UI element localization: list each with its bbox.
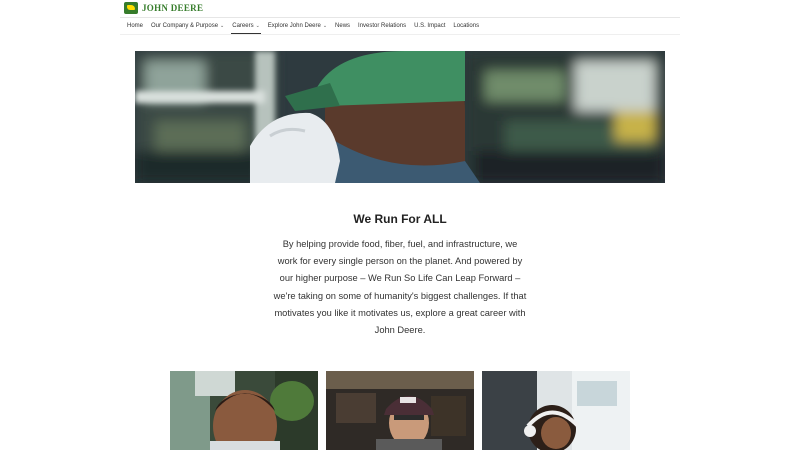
nav-label: Locations [453, 23, 480, 29]
nav-item-news[interactable]: News [331, 18, 354, 34]
career-card-3[interactable] [482, 371, 630, 450]
employee-photo [482, 371, 630, 450]
intro-line: we're taking on some of humanity's bigge… [273, 290, 527, 301]
career-card-2[interactable] [326, 371, 474, 450]
intro-line: work for every single person on the plan… [277, 256, 523, 267]
nav-divider [120, 34, 680, 35]
nav-item-home[interactable]: Home [123, 18, 147, 34]
career-card-1[interactable] [170, 371, 318, 450]
employee-photo [326, 371, 474, 450]
nav-item-locations[interactable]: Locations [449, 18, 483, 34]
brand-name: JOHN DEERE [142, 3, 204, 13]
nav-label: Home [127, 23, 144, 29]
nav-label: Our Company & Purpose [151, 23, 219, 29]
top-bar: JOHN DEERE [0, 0, 800, 18]
leaping-deer-icon [124, 2, 138, 14]
chevron-down-icon: ⌄ [220, 23, 225, 29]
intro-line: motivates you like it motivates us, expl… [274, 307, 526, 318]
intro-line: John Deere. [374, 325, 426, 336]
intro-heading: We Run For ALL [353, 212, 447, 226]
chevron-down-icon: ⌄ [322, 23, 328, 29]
chevron-down-icon: ⌄ [255, 23, 260, 29]
intro-body: By helping provide food, fiber, fuel, an… [262, 236, 538, 339]
hero-image [135, 51, 665, 183]
nav-label: Investor Relations [358, 23, 407, 29]
nav-item-careers[interactable]: Careers ⌄ [228, 18, 264, 34]
nav-label: News [335, 23, 351, 29]
intro-line: By helping provide food, fiber, fuel, an… [282, 239, 518, 249]
employee-photo [170, 371, 318, 450]
nav-item-us-impact[interactable]: U.S. Impact [410, 18, 449, 34]
nav-item-explore-john-deere[interactable]: Explore John Deere ⌄ [264, 18, 331, 34]
nav-item-investor-relations[interactable]: Investor Relations [354, 18, 410, 34]
nav-label: Explore John Deere [267, 23, 321, 29]
nav-label: U.S. Impact [414, 23, 446, 29]
nav-item-our-company-purpose[interactable]: Our Company & Purpose ⌄ [147, 18, 228, 34]
hero-photo-worker [135, 51, 665, 183]
nav-label: Careers [232, 23, 254, 29]
intro-line: our higher purpose – We Run So Life Can … [279, 273, 521, 284]
main-nav: Home Our Company & Purpose ⌄ Careers ⌄ Exp… [123, 18, 483, 34]
john-deere-logo[interactable]: JOHN DEERE [124, 2, 203, 14]
